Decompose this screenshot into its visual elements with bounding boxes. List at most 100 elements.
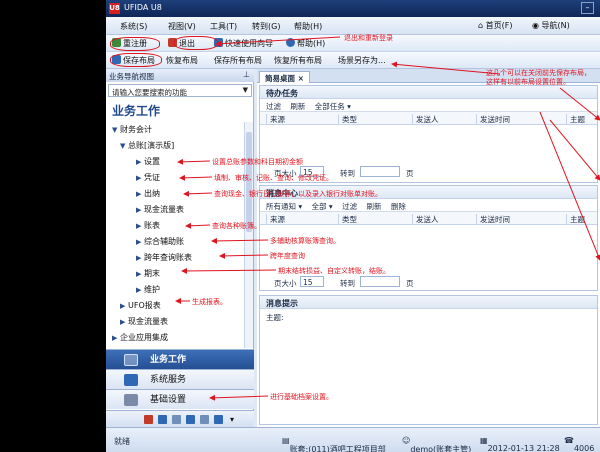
- pin-icon[interactable]: ⊥: [243, 70, 250, 79]
- expand-right-icon[interactable]: ▶: [120, 318, 128, 326]
- expand-right-icon[interactable]: ▶: [136, 254, 144, 262]
- tree-item-crossyear[interactable]: ▶ 跨年查询账表: [136, 252, 192, 263]
- page-size-input[interactable]: 15: [300, 276, 324, 287]
- col-source[interactable]: 来源: [266, 114, 285, 125]
- menu-view[interactable]: 视图(V): [168, 21, 196, 32]
- tree-item-label: 出纳: [144, 189, 160, 198]
- expand-right-icon[interactable]: ▶: [136, 222, 144, 230]
- restore-layout-button[interactable]: 恢复布局: [166, 55, 198, 66]
- tab-close-icon[interactable]: ×: [298, 74, 304, 83]
- home-label: 首页(F): [485, 21, 513, 30]
- expand-right-icon[interactable]: ▶: [136, 270, 144, 278]
- footer-icon-3[interactable]: [172, 415, 181, 424]
- function-search-input[interactable]: 请输入您要搜索的功能 ▼: [108, 84, 252, 97]
- nav-button[interactable]: ◉ 导航(N): [532, 20, 570, 31]
- tree-item-voucher[interactable]: ▶ 凭证: [136, 172, 160, 183]
- tree-scrollbar[interactable]: [244, 122, 253, 348]
- expand-right-icon[interactable]: ▶: [136, 206, 144, 214]
- save-all-layouts-button[interactable]: 保存所有布局: [214, 55, 262, 66]
- expand-right-icon[interactable]: ▶: [120, 302, 128, 310]
- col-subject[interactable]: 主题: [566, 114, 585, 125]
- chevron-down-icon[interactable]: ▼: [243, 86, 248, 94]
- todo-refresh-button[interactable]: 刷新: [290, 102, 305, 111]
- tree-item-period-end[interactable]: ▶ 期末: [136, 268, 160, 279]
- expand-right-icon[interactable]: ▶: [136, 286, 144, 294]
- expand-right-icon[interactable]: ▶: [136, 158, 144, 166]
- home-button[interactable]: ⌂ 首页(F): [478, 20, 512, 31]
- nav-system-service-label: 系统服务: [150, 375, 187, 385]
- expand-right-icon[interactable]: ▶: [136, 238, 144, 246]
- tree-item-label: 现金流量表: [128, 317, 168, 326]
- footer-icon-4[interactable]: [186, 415, 195, 424]
- todo-title: 待办任务: [260, 86, 597, 99]
- page-unit-label: 页: [406, 169, 414, 178]
- tree-item-cashflow[interactable]: ▶ 现金流量表: [136, 204, 184, 215]
- notice-all-dropdown[interactable]: 全部 ▾: [312, 202, 333, 211]
- quick-guide-button[interactable]: 快速使用向导: [214, 38, 273, 49]
- expand-right-icon[interactable]: ▶: [136, 174, 144, 182]
- footer-menu-icon[interactable]: ▾: [230, 415, 239, 424]
- col-type[interactable]: 类型: [338, 214, 357, 225]
- footer-icon-2[interactable]: [158, 415, 167, 424]
- todo-filter-button[interactable]: 过滤: [266, 102, 281, 111]
- nav-basic-settings[interactable]: 基础设置: [106, 389, 254, 409]
- system-service-icon: [124, 374, 138, 386]
- annotation-aux: 多辅助核算账簿查询。: [270, 237, 340, 245]
- nav-business-work[interactable]: 业务工作: [106, 349, 254, 369]
- tree-item-enterprise-integration[interactable]: ▶ 企业应用集成: [112, 332, 168, 343]
- col-type[interactable]: 类型: [338, 114, 357, 125]
- col-sender[interactable]: 发送人: [412, 214, 439, 225]
- tree-item-books[interactable]: ▶ 账表: [136, 220, 160, 231]
- tree-item-label: 财务会计: [120, 125, 152, 134]
- business-work-icon: [124, 354, 138, 366]
- restore-all-layouts-button[interactable]: 恢复所有布局: [274, 55, 322, 66]
- status-phone: ☎ 4006: [564, 436, 595, 452]
- menu-goto[interactable]: 转到(G): [252, 21, 280, 32]
- minimize-button[interactable]: –: [581, 2, 594, 14]
- menu-system[interactable]: 系统(S): [120, 21, 147, 32]
- tree-item-general-ledger[interactable]: ▼ 总账[演示版]: [120, 140, 174, 151]
- col-source[interactable]: 来源: [266, 214, 285, 225]
- reminder-panel: 消息提示 主题:: [259, 295, 598, 425]
- tree-item-label: 账表: [144, 221, 160, 230]
- tree-item-aux-ledger[interactable]: ▶ 综合辅助账: [136, 236, 184, 247]
- tree-item-label: 总账[演示版]: [128, 141, 175, 150]
- col-sender[interactable]: 发送人: [412, 114, 439, 125]
- tree-item-label: 跨年查询账表: [144, 253, 192, 262]
- nav-system-service[interactable]: 系统服务: [106, 369, 254, 389]
- tree-item-maintenance[interactable]: ▶ 维护: [136, 284, 160, 295]
- menu-help[interactable]: 帮助(H): [294, 21, 322, 32]
- notice-filter-button[interactable]: 过滤: [342, 202, 357, 211]
- tab-simple-desktop[interactable]: 简易桌面 ×: [259, 71, 310, 83]
- tree-item-settings[interactable]: ▶ 设置: [136, 156, 160, 167]
- tree-item-cashflow-report[interactable]: ▶ 现金流量表: [120, 316, 168, 327]
- todo-all-tasks-dropdown[interactable]: 全部任务 ▾: [315, 102, 351, 111]
- save-scene-as-button[interactable]: 场景另存为...: [338, 55, 386, 66]
- notice-refresh-button[interactable]: 刷新: [366, 202, 381, 211]
- tree-item-ufo-report[interactable]: ▶ UFO报表: [120, 300, 161, 311]
- expand-right-icon[interactable]: ▶: [136, 190, 144, 198]
- footer-icon-1[interactable]: [144, 415, 153, 424]
- footer-icon-5[interactable]: [200, 415, 209, 424]
- goto-page-input[interactable]: [360, 166, 400, 177]
- tree-item-finance[interactable]: ▼ 财务会计: [112, 124, 152, 135]
- sidebar-header: 业务导航视图 ⊥: [106, 69, 254, 82]
- expand-right-icon[interactable]: ▶: [112, 334, 120, 342]
- notice-all-notices-dropdown[interactable]: 所有通知 ▾: [266, 202, 302, 211]
- col-subject[interactable]: 主题: [566, 214, 585, 225]
- toolbar-layout: 保存布局 恢复布局 保存所有布局 恢复所有布局 场景另存为...: [106, 52, 600, 69]
- tree-item-cashier[interactable]: ▶ 出纳: [136, 188, 160, 199]
- footer-icon-6[interactable]: [214, 415, 223, 424]
- status-bar: 就绪 ▤ 账套:(011)酒吧工程项目部 ☺ demo(账套主管) ▦ 2012…: [106, 427, 600, 452]
- goto-page-input[interactable]: [360, 276, 400, 287]
- app-logo-icon: U8: [109, 3, 120, 14]
- col-send-time[interactable]: 发送时间: [476, 214, 510, 225]
- menu-tools[interactable]: 工具(T): [210, 21, 237, 32]
- col-send-time[interactable]: 发送时间: [476, 114, 510, 125]
- help-button[interactable]: 帮助(H): [286, 38, 325, 49]
- expand-down-icon[interactable]: ▼: [120, 142, 128, 150]
- highlight-exit: [174, 36, 218, 50]
- expand-down-icon[interactable]: ▼: [112, 126, 120, 134]
- content-area: 简易桌面 × 待办任务 过滤 刷新 全部任务 ▾ 来源 类型 发送人 发送时间 …: [257, 69, 600, 427]
- notice-delete-button[interactable]: 删除: [391, 202, 406, 211]
